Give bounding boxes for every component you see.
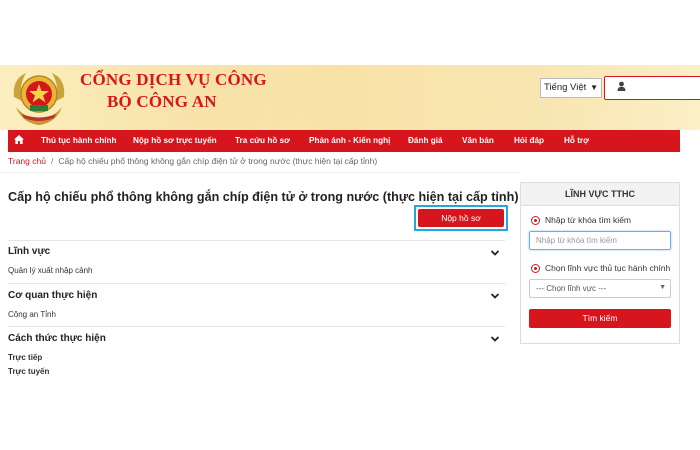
section-heading-agency[interactable]: Cơ quan thực hiện <box>8 290 97 301</box>
user-icon <box>617 81 626 94</box>
chevron-down-icon[interactable] <box>490 291 500 301</box>
search-button[interactable]: Tìm kiếm <box>529 309 671 328</box>
user-login-box[interactable] <box>604 76 700 100</box>
nav-item-administrative-procedures[interactable]: Thủ tục hành chính <box>41 130 117 152</box>
nav-item-rating[interactable]: Đánh giá <box>408 130 443 152</box>
chevron-down-icon[interactable] <box>490 334 500 344</box>
language-select[interactable]: Tiếng Việt ▼ <box>540 78 602 98</box>
field-radio-label[interactable]: Chọn lĩnh vực thủ tục hành chính <box>545 263 670 273</box>
breadcrumb-current: Cấp hộ chiếu phổ thông không gắn chíp đi… <box>58 156 378 166</box>
procedure-field-panel: LĨNH VỰC TTHC Nhập từ khóa tìm kiếm Nhập… <box>520 182 680 344</box>
nav-item-lookup[interactable]: Tra cứu hồ sơ <box>235 130 290 152</box>
nav-item-documents[interactable]: Văn bản <box>462 130 494 152</box>
keyword-search-input[interactable]: Nhập từ khóa tìm kiếm <box>529 231 671 250</box>
panel-heading: LĨNH VỰC TTHC <box>521 183 679 206</box>
submit-application-button[interactable]: Nộp hồ sơ <box>418 209 504 227</box>
chevron-down-icon[interactable] <box>490 248 500 258</box>
field-select[interactable]: --- Chọn lĩnh vực --- ▼ <box>529 279 671 298</box>
portal-title-line2: BỘ CÔNG AN <box>107 92 217 111</box>
submit-highlight: Nộp hồ sơ <box>414 205 508 231</box>
nav-item-support[interactable]: Hỗ trợ <box>564 130 589 152</box>
divider <box>0 172 520 173</box>
police-emblem-logo[interactable] <box>8 67 70 127</box>
portal-title-line1: CỔNG DỊCH VỤ CÔNG <box>80 70 267 89</box>
breadcrumb: Trang chủ / Cấp hộ chiếu phổ thông không g… <box>8 156 377 166</box>
keyword-radio-label[interactable]: Nhập từ khóa tìm kiếm <box>545 215 631 225</box>
section-divider <box>8 326 505 327</box>
main-nav: Thủ tục hành chính Nộp hồ sơ trực tuyến … <box>8 130 680 152</box>
breadcrumb-separator: / <box>50 156 54 166</box>
page-title: Cấp hộ chiếu phổ thông không gắn chíp đi… <box>8 190 519 204</box>
section-divider <box>8 240 505 241</box>
chevron-down-icon: ▼ <box>659 284 666 291</box>
home-icon[interactable] <box>14 130 24 152</box>
nav-item-online-submission[interactable]: Nộp hồ sơ trực tuyến <box>133 130 217 152</box>
field-select-value: --- Chọn lĩnh vực --- <box>536 284 607 293</box>
section-value: Trực tiếp <box>8 353 43 362</box>
section-divider <box>8 283 505 284</box>
nav-item-feedback[interactable]: Phản ánh - Kiến nghị <box>309 130 390 152</box>
nav-item-faq[interactable]: Hỏi đáp <box>514 130 544 152</box>
section-heading-method[interactable]: Cách thức thực hiện <box>8 333 106 344</box>
language-value: Tiếng Việt <box>544 82 587 93</box>
section-heading-field[interactable]: Lĩnh vực <box>8 246 50 257</box>
site-header: CỔNG DỊCH VỤ CÔNG BỘ CÔNG AN Tiếng Việt … <box>0 65 700 130</box>
keyword-radio[interactable] <box>531 216 540 225</box>
field-radio[interactable] <box>531 264 540 273</box>
section-value: Công an Tỉnh <box>8 310 56 319</box>
section-value: Quản lý xuất nhập cảnh <box>8 266 93 275</box>
section-value: Trực tuyến <box>8 367 50 376</box>
breadcrumb-home-link[interactable]: Trang chủ <box>8 156 46 166</box>
chevron-down-icon: ▼ <box>590 83 598 92</box>
